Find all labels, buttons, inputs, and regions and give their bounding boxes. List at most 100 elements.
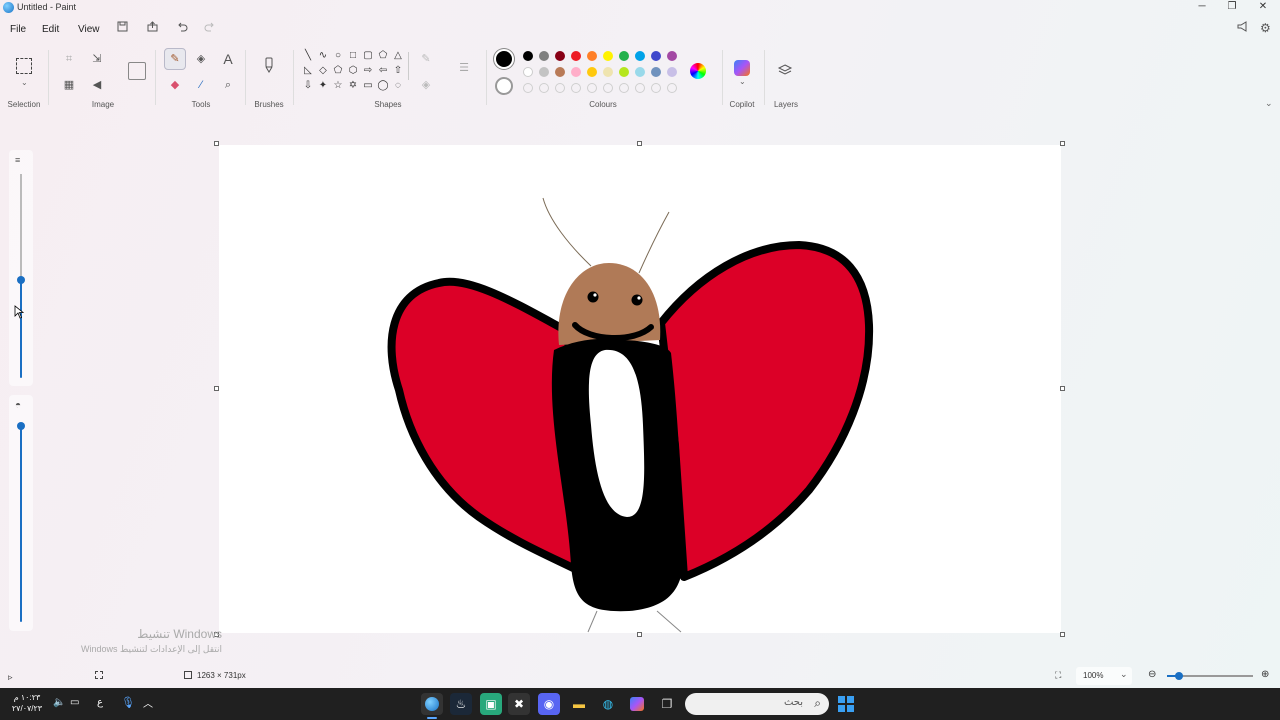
undo-icon[interactable] <box>177 21 188 35</box>
colour-swatch[interactable] <box>539 67 549 77</box>
canvas-resize-handle[interactable] <box>214 386 219 391</box>
restore-button[interactable]: ❐ <box>1217 0 1247 16</box>
colour-swatch[interactable] <box>635 67 645 77</box>
colour-swatch[interactable] <box>523 51 533 61</box>
start-button[interactable] <box>838 696 854 712</box>
discord-icon[interactable]: ◉ <box>538 693 560 715</box>
custom-colour-slot[interactable] <box>571 83 581 93</box>
crossout-app-icon[interactable]: ✖ <box>508 693 530 715</box>
volume-icon[interactable]: 🔈 <box>53 697 65 708</box>
eraser-icon[interactable]: ◆ <box>167 77 183 93</box>
chevron-up-icon[interactable]: ︿ <box>143 695 153 710</box>
colour-swatch[interactable] <box>587 51 597 61</box>
paint-taskbar-icon[interactable] <box>421 693 443 715</box>
custom-colour-slot[interactable] <box>651 83 661 93</box>
share-icon[interactable] <box>147 21 158 35</box>
pentagon-shape[interactable]: ⬠ <box>331 64 345 78</box>
down-arrow-shape[interactable]: ⇩ <box>301 79 315 93</box>
input-language[interactable]: ع <box>97 697 103 708</box>
rounded-rectangle-shape[interactable]: ▢ <box>361 49 375 63</box>
triangle-shape[interactable]: △ <box>391 49 405 63</box>
canvas-resize-handle[interactable] <box>1060 141 1065 146</box>
fit-to-window-icon[interactable]: ⛶ <box>1055 670 1061 681</box>
menu-edit[interactable]: Edit <box>40 22 61 37</box>
image-select-icon[interactable] <box>128 62 146 80</box>
colour-swatch[interactable] <box>571 67 581 77</box>
microphone-icon[interactable]: 🎙 <box>121 696 135 709</box>
colour-swatch[interactable] <box>555 67 565 77</box>
zoom-out-icon[interactable]: ⊖ <box>1148 669 1156 680</box>
edge-icon[interactable]: ◍ <box>597 693 619 715</box>
network-icon[interactable]: ▭ <box>70 697 79 708</box>
steam-icon[interactable]: ♨ <box>450 693 472 715</box>
text-icon[interactable]: A <box>220 51 236 67</box>
custom-colour-slot[interactable] <box>555 83 565 93</box>
copilot-icon[interactable] <box>734 60 750 76</box>
minimize-button[interactable]: ─ <box>1187 0 1217 16</box>
menu-view[interactable]: View <box>76 22 102 37</box>
picker-icon[interactable]: ⁄ <box>193 77 209 93</box>
drawing-canvas[interactable] <box>219 145 1061 633</box>
colour-swatch[interactable] <box>603 51 613 61</box>
colour-swatch[interactable] <box>555 51 565 61</box>
taskbar-search[interactable]: بحث ⌕ <box>685 693 829 715</box>
remove-background-icon[interactable]: ▦ <box>61 77 77 93</box>
file-explorer-icon[interactable]: ▬ <box>568 693 590 715</box>
custom-colour-slot[interactable] <box>523 83 533 93</box>
canvas-resize-handle[interactable] <box>214 141 219 146</box>
colour-swatch[interactable] <box>619 51 629 61</box>
brush-icon[interactable] <box>263 57 275 73</box>
secondary-colour[interactable] <box>495 77 513 95</box>
copilot-taskbar-icon[interactable] <box>626 693 648 715</box>
custom-colour-slot[interactable] <box>539 83 549 93</box>
colour-swatch[interactable] <box>523 67 533 77</box>
canvas-resize-handle[interactable] <box>1060 386 1065 391</box>
chevron-down-icon[interactable]: ⌄ <box>739 77 746 86</box>
save-icon[interactable] <box>117 21 128 35</box>
custom-colour-slot[interactable] <box>635 83 645 93</box>
callout-oval-shape[interactable]: ◯ <box>376 79 390 93</box>
canvas-resize-handle[interactable] <box>1060 632 1065 637</box>
task-view-icon[interactable]: ❐ <box>656 693 678 715</box>
opacity-slider-thumb[interactable] <box>17 422 25 430</box>
colour-swatch[interactable] <box>603 67 613 77</box>
rotate-icon[interactable]: ◀ <box>89 77 105 93</box>
size-slider-thumb[interactable] <box>17 276 25 284</box>
colour-swatch[interactable] <box>539 51 549 61</box>
close-button[interactable]: ✕ <box>1248 0 1278 16</box>
selection-tool[interactable] <box>16 58 32 74</box>
colour-swatch[interactable] <box>667 51 677 61</box>
colour-swatch[interactable] <box>635 51 645 61</box>
colour-swatch[interactable] <box>619 67 629 77</box>
callout-cloud-shape[interactable]: ◌ <box>391 79 405 93</box>
layers-icon[interactable] <box>777 63 793 79</box>
settings-icon[interactable]: ⚙ <box>1260 21 1271 35</box>
primary-colour[interactable] <box>496 51 512 67</box>
magnifier-icon[interactable]: ⌕ <box>220 77 236 93</box>
diamond-shape[interactable]: ◇ <box>316 64 330 78</box>
custom-colour-slot[interactable] <box>587 83 597 93</box>
line-shape[interactable]: ╲ <box>301 49 315 63</box>
colour-swatch[interactable] <box>651 51 661 61</box>
canvas-resize-handle[interactable] <box>637 632 642 637</box>
clock[interactable]: ١٠:٢٣ م ٢٧/٠٧/٢٣ <box>10 692 44 714</box>
zoom-in-icon[interactable]: ⊕ <box>1261 669 1269 680</box>
rectangle-shape[interactable]: □ <box>346 49 360 63</box>
callout-rect-shape[interactable]: ▭ <box>361 79 375 93</box>
crop-icon[interactable]: ⌗ <box>61 51 77 67</box>
oval-shape[interactable]: ○ <box>331 49 345 63</box>
right-triangle-shape[interactable]: ◺ <box>301 64 315 78</box>
polygon-shape[interactable]: ⬠ <box>376 49 390 63</box>
custom-colour-slot[interactable] <box>667 83 677 93</box>
stroke-size-icon[interactable]: ☰ <box>456 60 472 76</box>
four-point-star-shape[interactable]: ✦ <box>316 79 330 93</box>
outline-icon[interactable]: ✎ <box>418 51 434 67</box>
six-point-star-shape[interactable]: ✡ <box>346 79 360 93</box>
five-point-star-shape[interactable]: ☆ <box>331 79 345 93</box>
curve-shape[interactable]: ∿ <box>316 49 330 63</box>
colour-swatch[interactable] <box>587 67 597 77</box>
canvas-resize-handle[interactable] <box>637 141 642 146</box>
zoom-slider-thumb[interactable] <box>1175 672 1183 680</box>
chevron-down-icon[interactable]: ⌄ <box>21 78 28 87</box>
redo-icon[interactable] <box>204 21 215 35</box>
